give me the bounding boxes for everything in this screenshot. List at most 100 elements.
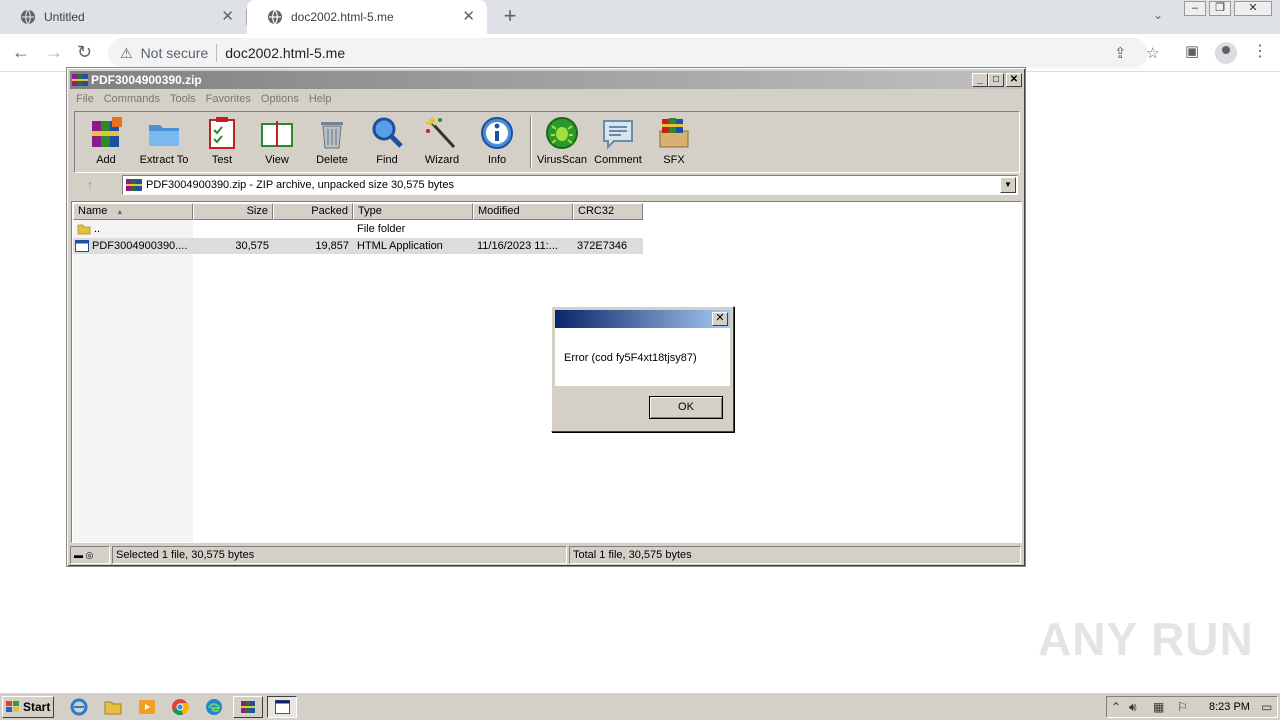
taskbar-dialog-button[interactable] [267,696,297,718]
cell-type: File folder [357,223,406,235]
view-button[interactable]: View [248,115,306,166]
restore-icon[interactable]: ❐ [1209,1,1231,16]
ok-button[interactable]: OK [649,396,723,419]
menu-file[interactable]: File [76,93,94,105]
menu-tools[interactable]: Tools [170,93,196,105]
wizard-button[interactable]: Wizard [413,115,471,166]
tool-label: Delete [316,154,348,166]
cell-crc32: 372E7346 [577,240,628,252]
column-packed[interactable]: Packed [273,203,353,220]
table-row-parent-folder[interactable]: .. File folder [73,221,643,237]
close-tab-icon[interactable]: ✕ [462,9,475,24]
back-icon[interactable]: ← [12,42,30,62]
test-icon [209,117,235,149]
tab-search-chevron-icon[interactable]: ⌄ [1153,8,1163,22]
browser-tab-strip: Untitled ✕ doc2002.html-5.me ✕ + ⌄ – ❐ ✕ [0,0,1280,34]
table-row-file[interactable]: PDF3004900390.... 30,575 19,857 HTML App… [73,238,643,254]
close-icon[interactable]: ✕ [712,312,728,326]
minimize-icon[interactable]: – [1184,1,1206,16]
network-icon[interactable]: ▦ [1153,700,1164,714]
winrar-archive-icon [126,179,142,191]
chrome-icon[interactable] [171,698,189,716]
tool-label: Add [96,154,116,166]
menu-commands[interactable]: Commands [104,93,160,105]
column-type[interactable]: Type [353,203,473,220]
omnibox-divider [216,44,218,62]
folder-icon [77,224,91,235]
dialog-title-bar[interactable]: ✕ [555,310,730,328]
reload-icon[interactable]: ↻ [77,42,92,62]
comment-icon [603,120,633,150]
internet-explorer-icon[interactable] [70,698,88,716]
bookmark-star-icon[interactable]: ☆ [1146,44,1159,62]
error-dialog: ✕ Error (cod fy5F4xt18tjsy87) OK [551,306,734,432]
column-crc32[interactable]: CRC32 [573,203,643,220]
name-column-background [73,220,193,542]
drive-icon: ▬ ◎ [74,549,94,560]
tab-untitled[interactable]: Untitled ✕ [0,0,246,34]
tab-title: doc2002.html-5.me [291,10,394,24]
show-desktop-icon[interactable]: ▭ [1261,700,1272,714]
add-button[interactable]: Add [77,115,135,166]
toolbar-divider [530,116,532,168]
status-total: Total 1 file, 30,575 bytes [569,546,1021,564]
menu-favorites[interactable]: Favorites [206,93,251,105]
delete-icon [321,122,343,149]
winrar-title-bar[interactable]: PDF3004900390.zip _ □ ✕ [70,71,1022,89]
tool-label: View [265,154,289,166]
window-icon [275,700,290,714]
start-button[interactable]: Start [2,696,54,718]
sfx-button[interactable]: SFX [645,115,703,166]
path-text: PDF3004900390.zip - ZIP archive, unpacke… [146,179,454,191]
dialog-body: Error (cod fy5F4xt18tjsy87) [555,328,730,386]
delete-button[interactable]: Delete [303,115,361,166]
profile-avatar-icon[interactable] [1215,42,1237,64]
add-icon [92,117,122,147]
column-name[interactable]: Name ▲ [73,203,193,220]
drive-icons[interactable]: ▬ ◎ [70,546,110,564]
forward-icon[interactable]: → [45,42,63,62]
comment-button[interactable]: Comment [589,115,647,166]
new-tab-button[interactable]: + [500,5,520,27]
maximize-icon[interactable]: □ [988,73,1004,87]
url-text[interactable]: doc2002.html-5.me [225,45,345,61]
close-icon[interactable]: ✕ [1006,73,1022,87]
info-button[interactable]: Info [468,115,526,166]
taskbar-winrar-button[interactable] [233,696,263,718]
tool-label: Info [487,154,507,166]
status-bar: ▬ ◎ Selected 1 file, 30,575 bytes Total … [70,546,1022,564]
path-combobox[interactable]: PDF3004900390.zip - ZIP archive, unpacke… [122,175,1018,195]
warning-icon[interactable]: ⚠ [120,45,133,62]
dropdown-arrow-icon[interactable]: ▼ [1000,177,1016,193]
up-arrow-icon[interactable]: ↑ [78,177,102,193]
column-size[interactable]: Size [193,203,273,220]
column-modified[interactable]: Modified [473,203,573,220]
file-explorer-icon[interactable] [104,698,122,716]
find-button[interactable]: Find [358,115,416,166]
menu-dots-icon[interactable]: ⋮ [1252,41,1268,61]
address-bar[interactable]: ⚠ Not secure doc2002.html-5.me ⇪ ☆ [108,38,1159,68]
security-label[interactable]: Not secure [141,45,209,61]
status-selected: Selected 1 file, 30,575 bytes [112,546,567,564]
wizard-icon [426,117,456,149]
close-tab-icon[interactable]: ✕ [221,9,234,24]
find-icon [372,117,403,148]
minimize-icon[interactable]: _ [972,73,988,87]
tool-label: Comment [594,154,642,166]
virusscan-button[interactable]: VirusScan [533,115,591,166]
side-panel-icon[interactable]: ▣ [1185,42,1199,62]
tab-doc2002[interactable]: doc2002.html-5.me ✕ [247,0,487,34]
tool-label: Find [376,154,398,166]
show-hidden-icons-chevron-icon[interactable]: ⌃ [1111,700,1121,714]
menu-options[interactable]: Options [261,93,299,105]
extract-to-button[interactable]: Extract To [135,115,193,166]
action-center-flag-icon[interactable]: ⚐ [1177,700,1188,714]
edge-icon[interactable] [205,698,223,716]
media-player-icon[interactable] [138,698,156,716]
share-icon[interactable]: ⇪ [1114,44,1127,62]
menu-help[interactable]: Help [309,93,332,105]
clock[interactable]: 8:23 PM [1209,701,1250,713]
close-window-icon[interactable]: ✕ [1234,1,1272,16]
volume-icon[interactable]: 🔊︎ [1129,700,1137,715]
test-button[interactable]: Test [193,115,251,166]
